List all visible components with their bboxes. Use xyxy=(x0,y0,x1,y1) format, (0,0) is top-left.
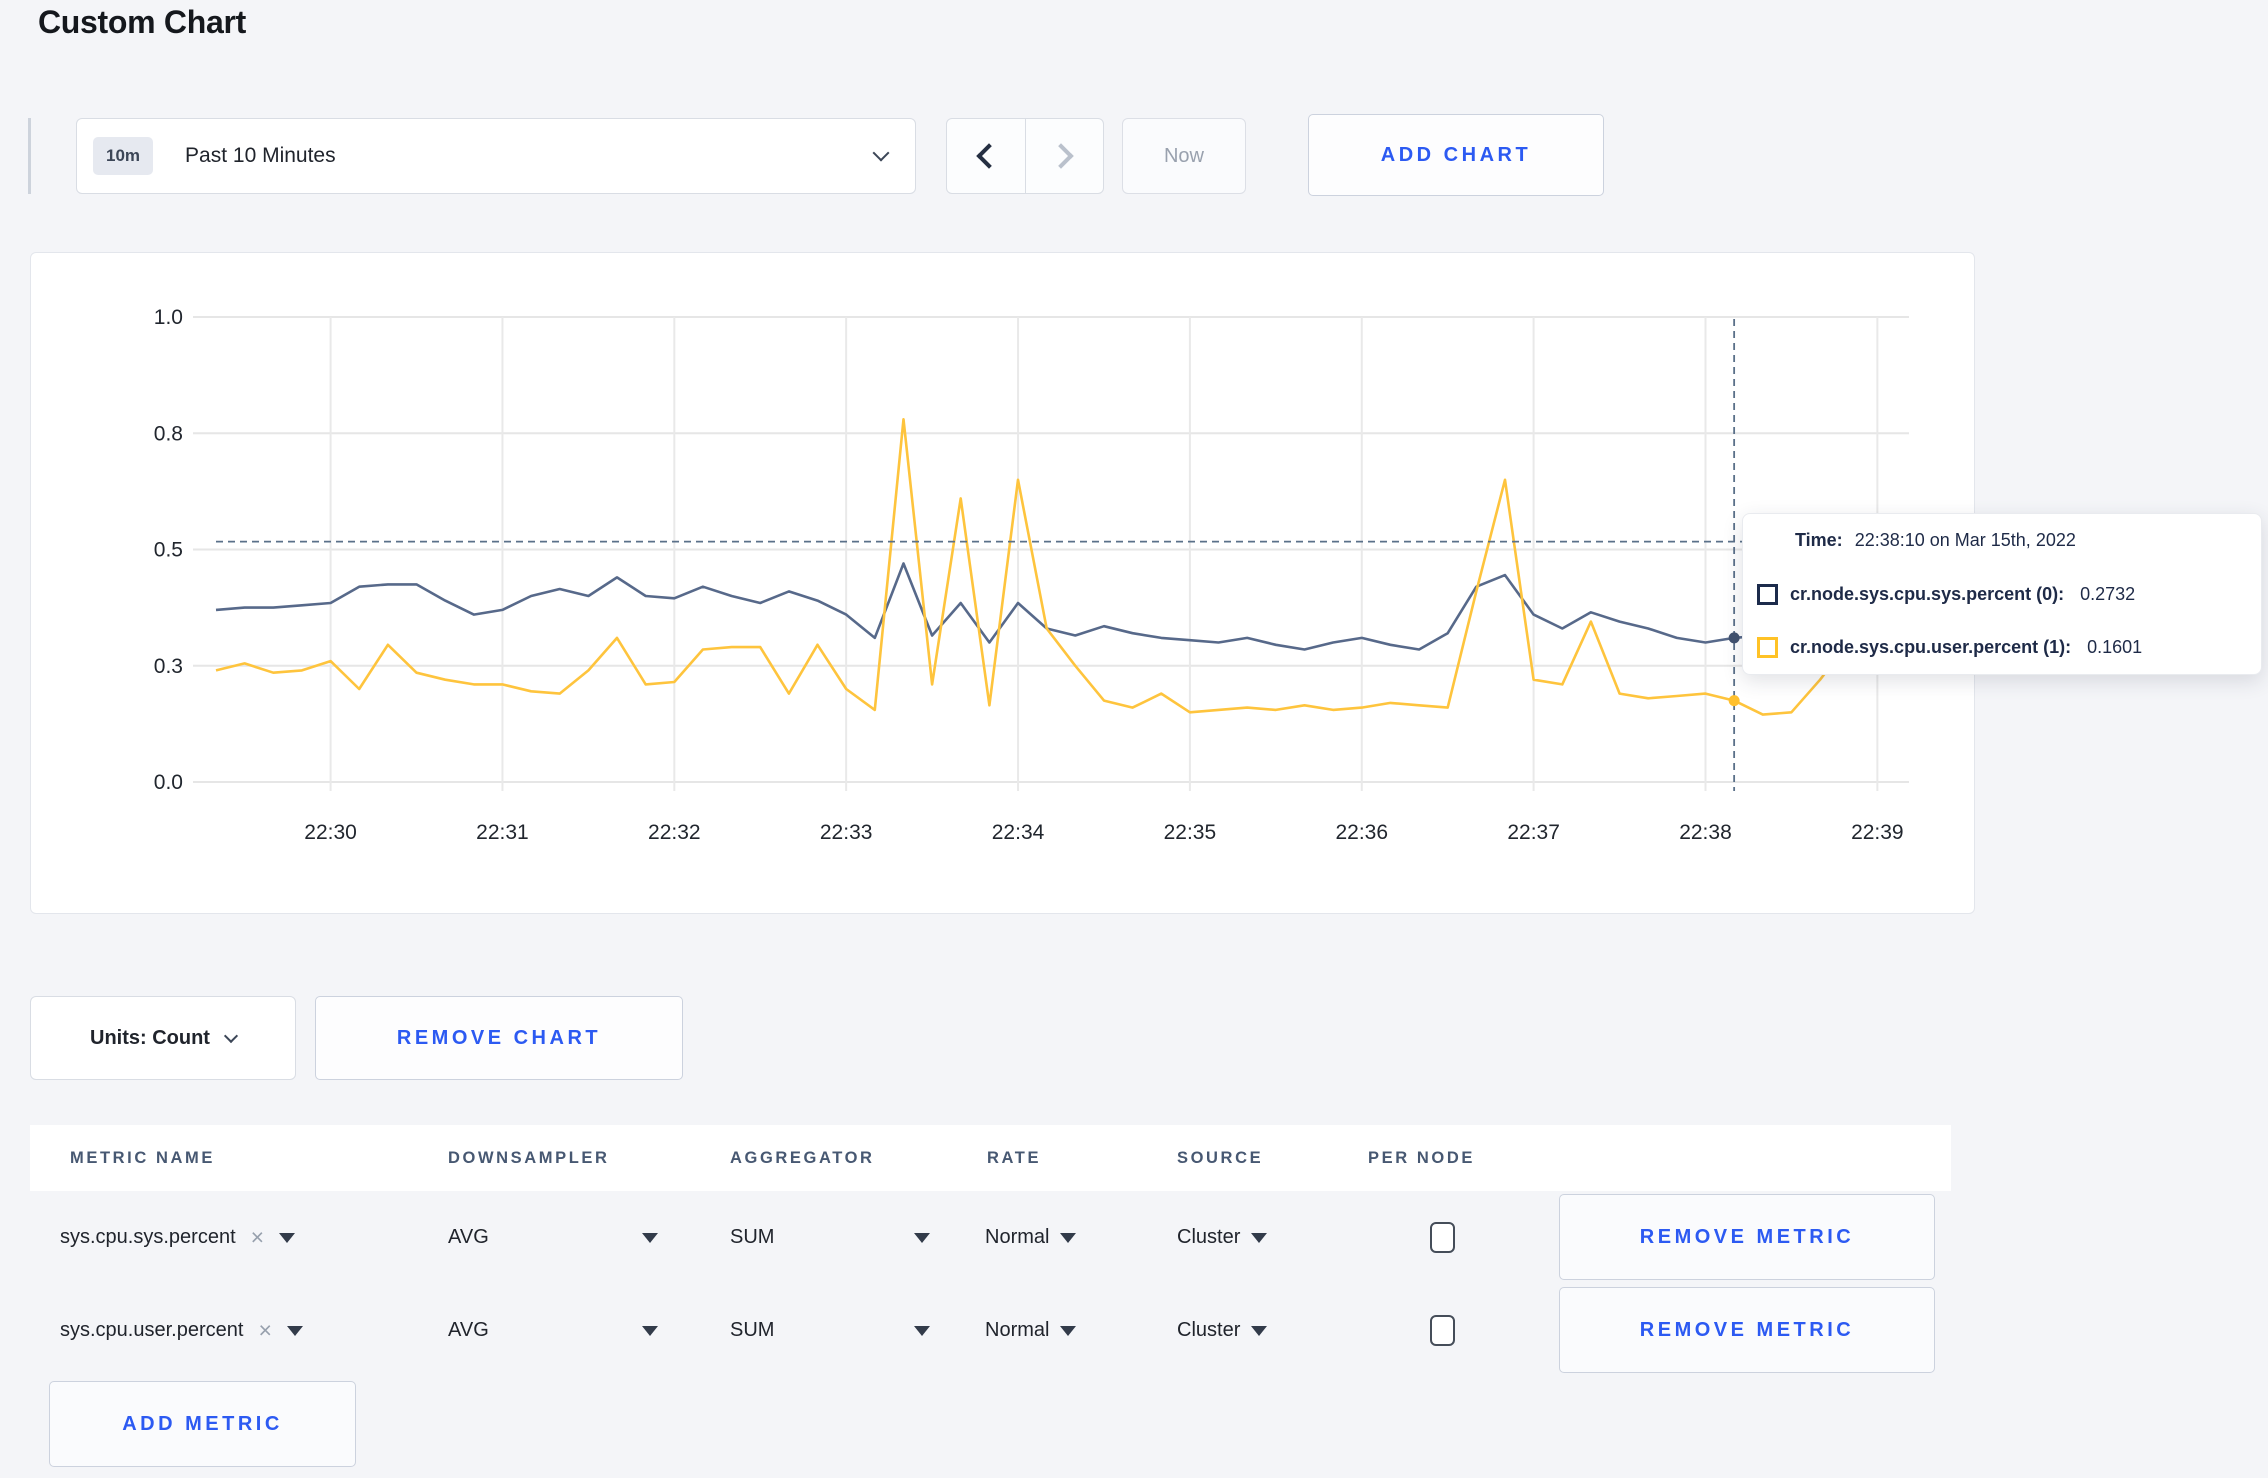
metric-row-sys: sys.cpu.sys.percent × AVG SUM Normal Clu… xyxy=(30,1191,1951,1284)
x-tick-label: 22:35 xyxy=(1164,821,1217,844)
metric-dropdown-caret-icon[interactable] xyxy=(286,1325,303,1336)
aggregator-select[interactable]: SUM xyxy=(730,1284,774,1377)
y-tick-label: 0.0 xyxy=(154,771,183,794)
downsampler-caret-icon[interactable] xyxy=(642,1233,658,1243)
per-node-checkbox[interactable] xyxy=(1430,1222,1455,1253)
downsampler-select[interactable]: AVG xyxy=(448,1191,489,1284)
aggregator-caret-icon[interactable] xyxy=(914,1326,930,1336)
hover-dot-1 xyxy=(1728,695,1740,707)
clear-metric-icon[interactable]: × xyxy=(251,1224,264,1251)
tooltip-sys-value: 0.2732 xyxy=(2080,583,2136,604)
timeseries-chart[interactable]: 0.0 0.3 0.5 0.8 1.0 22:30 22:31 22:32 22:33 22:34… xyxy=(31,253,1976,915)
y-tick-label: 1.0 xyxy=(154,306,183,329)
source-value: Cluster xyxy=(1177,1319,1241,1341)
aggregator-caret-icon[interactable] xyxy=(914,1233,930,1243)
source-select[interactable]: Cluster xyxy=(1177,1191,1268,1284)
series-line-0 xyxy=(215,562,1907,651)
header-rate: RATE xyxy=(987,1149,1042,1167)
rate-value: Normal xyxy=(985,1319,1050,1341)
rate-caret-icon xyxy=(1060,1325,1077,1336)
page-title: Custom Chart xyxy=(38,4,246,40)
time-range-label: Past 10 Minutes xyxy=(185,144,336,167)
metrics-table-header: METRIC NAME DOWNSAMPLER AGGREGATOR RATE … xyxy=(30,1125,1951,1191)
x-tick-label: 22:31 xyxy=(476,821,529,844)
source-value: Cluster xyxy=(1177,1226,1241,1248)
sys-series-swatch-icon xyxy=(1757,583,1778,605)
y-tick-label: 0.3 xyxy=(154,655,183,678)
remove-chart-button[interactable]: REMOVE CHART xyxy=(315,996,683,1080)
header-per-node: PER NODE xyxy=(1368,1149,1475,1167)
user-series-swatch-icon xyxy=(1757,637,1778,658)
remove-metric-button[interactable]: REMOVE METRIC xyxy=(1559,1194,1935,1280)
chart-tooltip: Time: 22:38:10 on Mar 15th, 2022 cr.node… xyxy=(1742,513,2262,675)
source-caret-icon xyxy=(1251,1232,1268,1243)
prev-time-button[interactable] xyxy=(947,119,1025,193)
rate-value: Normal xyxy=(985,1226,1050,1248)
chevron-down-icon xyxy=(872,144,890,162)
tooltip-time-value: 22:38:10 on Mar 15th, 2022 xyxy=(1854,530,2076,550)
chevron-right-icon xyxy=(1048,143,1074,169)
clear-metric-icon[interactable]: × xyxy=(258,1317,271,1344)
chart-panel: 0.0 0.3 0.5 0.8 1.0 22:30 22:31 22:32 22:33 22:34… xyxy=(30,252,1975,914)
header-aggregator: AGGREGATOR xyxy=(730,1149,875,1167)
metric-name-value[interactable]: sys.cpu.sys.percent xyxy=(60,1226,236,1249)
y-tick-label: 0.5 xyxy=(154,539,183,562)
series-line-1 xyxy=(215,418,1907,716)
tooltip-sys-label: cr.node.sys.cpu.sys.percent (0): xyxy=(1790,583,2065,604)
metric-dropdown-caret-icon[interactable] xyxy=(279,1232,296,1243)
header-downsampler: DOWNSAMPLER xyxy=(448,1149,610,1167)
hover-dot-0 xyxy=(1728,632,1740,644)
tooltip-user-label: cr.node.sys.cpu.user.percent (1): xyxy=(1790,637,2072,657)
downsampler-select[interactable]: AVG xyxy=(448,1284,489,1377)
tooltip-user-value: 0.1601 xyxy=(2087,637,2143,657)
aggregator-select[interactable]: SUM xyxy=(730,1191,774,1284)
custom-chart-page: Custom Chart 10m Past 10 Minutes Now ADD… xyxy=(0,0,2268,1478)
add-chart-button[interactable]: ADD CHART xyxy=(1308,114,1604,196)
source-caret-icon xyxy=(1251,1325,1268,1336)
x-tick-label: 22:36 xyxy=(1335,821,1388,844)
downsampler-caret-icon[interactable] xyxy=(642,1326,658,1336)
next-time-button[interactable] xyxy=(1024,119,1104,193)
rate-select[interactable]: Normal xyxy=(985,1284,1077,1377)
per-node-checkbox[interactable] xyxy=(1430,1315,1455,1346)
metric-row-user: sys.cpu.user.percent × AVG SUM Normal Cl… xyxy=(30,1284,1951,1377)
chevron-down-icon xyxy=(223,1028,239,1043)
metric-name-value[interactable]: sys.cpu.user.percent xyxy=(60,1319,243,1342)
x-tick-label: 22:33 xyxy=(820,821,873,844)
units-selector[interactable]: Units: Count xyxy=(30,996,296,1080)
tooltip-time-label: Time: xyxy=(1795,530,1843,550)
rate-caret-icon xyxy=(1060,1232,1077,1243)
toolbar-left-divider xyxy=(28,118,31,194)
x-tick-label: 22:34 xyxy=(992,821,1045,844)
time-range-badge: 10m xyxy=(93,137,154,175)
source-select[interactable]: Cluster xyxy=(1177,1284,1268,1377)
x-tick-label: 22:39 xyxy=(1851,821,1904,844)
x-tick-label: 22:32 xyxy=(648,821,701,844)
header-metric-name: METRIC NAME xyxy=(70,1149,216,1167)
units-label: Units: Count xyxy=(90,1026,210,1049)
now-button[interactable]: Now xyxy=(1122,118,1246,194)
chevron-left-icon xyxy=(976,143,1002,169)
rate-select[interactable]: Normal xyxy=(985,1191,1077,1284)
x-tick-label: 22:38 xyxy=(1679,821,1732,844)
time-range-selector[interactable]: 10m Past 10 Minutes xyxy=(76,118,916,194)
add-metric-button[interactable]: ADD METRIC xyxy=(49,1381,356,1467)
y-tick-label: 0.8 xyxy=(154,422,183,445)
remove-metric-button[interactable]: REMOVE METRIC xyxy=(1559,1287,1935,1373)
x-tick-label: 22:37 xyxy=(1507,821,1560,844)
time-window-pager xyxy=(946,118,1104,194)
header-source: SOURCE xyxy=(1177,1149,1264,1167)
x-tick-label: 22:30 xyxy=(304,821,357,844)
